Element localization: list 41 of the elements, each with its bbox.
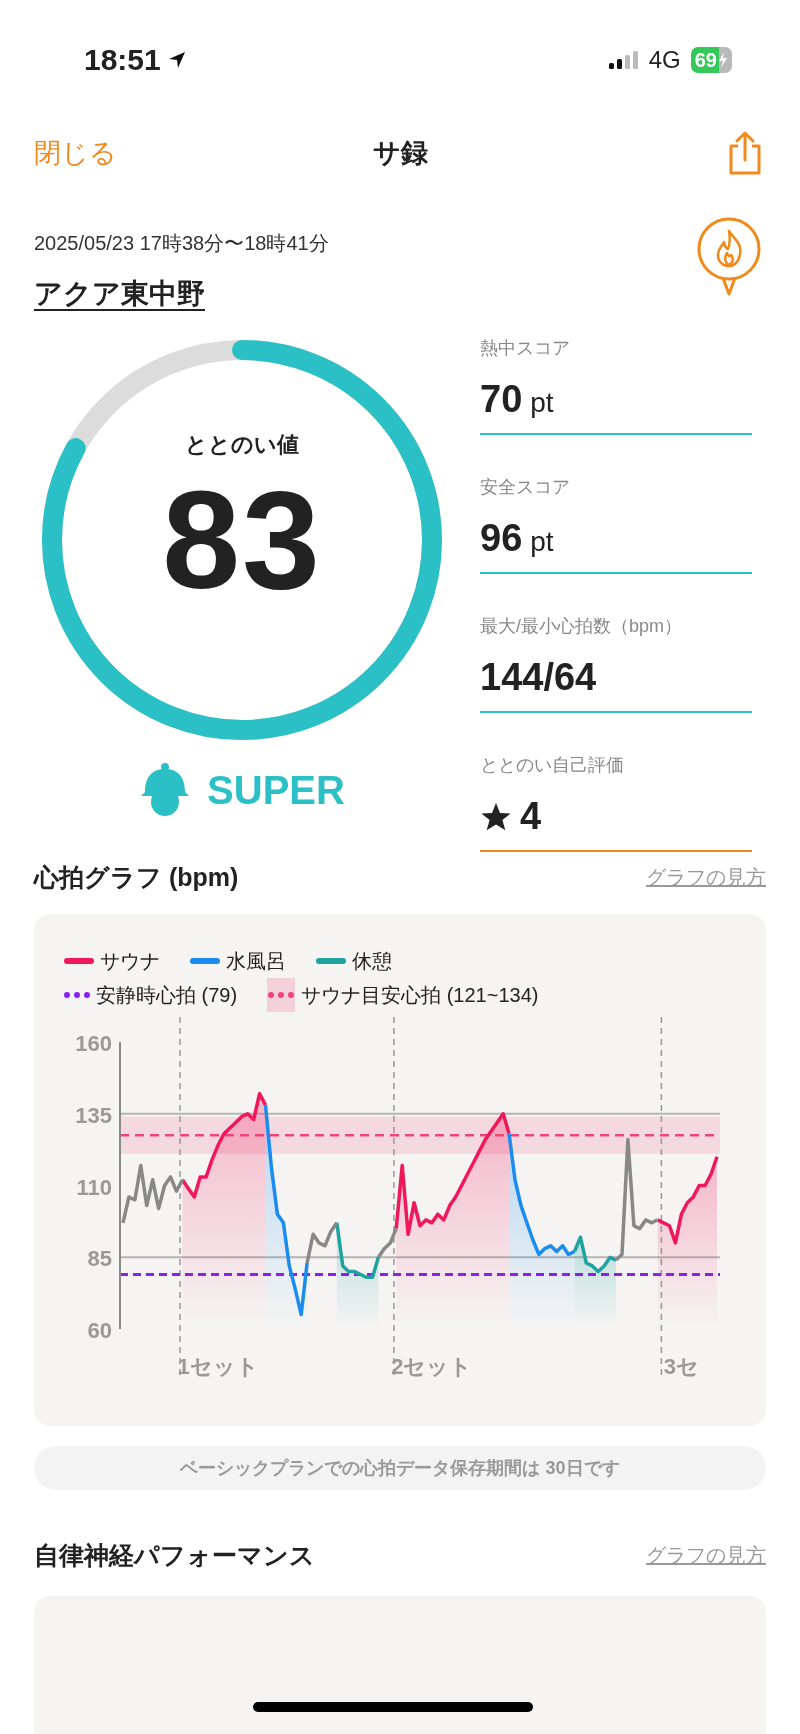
metric-unit: pt [530,526,554,558]
set-label: 3セ [663,1354,699,1379]
y-tick-label: 60 [87,1318,112,1343]
signal-icon [608,50,639,70]
help-link[interactable]: グラフの見方 [646,1541,766,1569]
legend-label: サウナ目安心拍 (121~134) [301,982,539,1008]
legend-band-swatch [267,978,296,1012]
legend-label: 休憩 [352,948,392,974]
rank-label: SUPER [207,767,345,813]
screen-title: サ録 [372,137,428,170]
set-label: 2セット [391,1354,473,1379]
legend-label: 安静時心拍 (79) [96,982,238,1008]
metric-label: ととのい自己評価 [480,754,625,777]
network-label: 4G [648,46,681,74]
y-tick-label: 135 [75,1102,112,1128]
metric-value: 4 [520,795,542,838]
battery-icon: 69 [690,47,732,73]
metric-unit: pt [530,387,554,419]
mascot-icon [139,762,192,818]
venue-link[interactable]: アクア東中野 [34,275,205,313]
session-datetime: 2025/05/23 17時38分〜18時41分 [34,231,329,256]
metric-value: 144/64 [480,656,597,699]
legend-label: 水風呂 [226,948,286,974]
status-time: 18:51 [84,43,161,77]
section-title: 自律神経パフォーマンス [34,1539,315,1571]
section-title: 心拍グラフ (bpm) [34,861,239,893]
metric-label: 安全スコア [480,476,571,499]
metric-label: 熱中スコア [480,337,571,360]
metric-label: 最大/最小心拍数（bpm） [480,615,684,638]
set-label: 1セット [177,1354,259,1379]
help-link[interactable]: グラフの見方 [646,863,766,891]
metric-value: 96 [480,517,523,560]
y-tick-label: 160 [75,1031,112,1056]
score-value: 83 [162,470,322,610]
notice-banner: ベーシックプランでの心拍データ保存期間は 30日です [34,1446,766,1490]
y-tick-label: 85 [87,1246,112,1272]
close-button[interactable]: 閉じる [34,135,117,171]
score-label: ととのい値 [185,431,299,459]
y-tick-label: 110 [76,1174,112,1200]
metric-value: 70 [480,378,523,421]
legend-label: サウナ [100,948,160,974]
